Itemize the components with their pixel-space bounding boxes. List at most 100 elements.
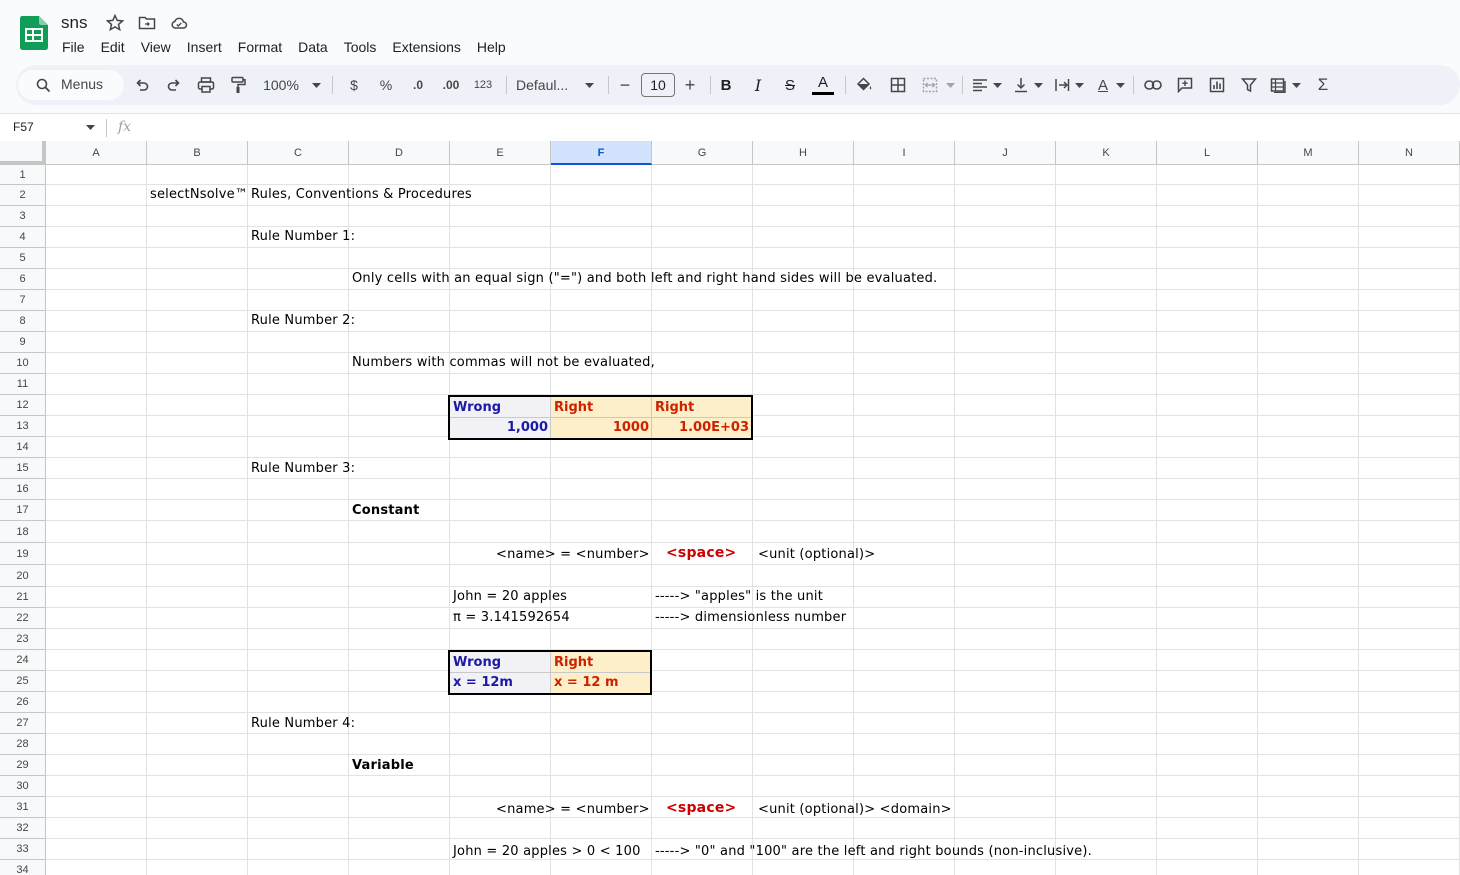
font-family-dropdown-icon[interactable] xyxy=(585,83,594,88)
menu-data[interactable]: Data xyxy=(290,37,336,57)
currency-format-button[interactable]: $ xyxy=(344,74,364,96)
font-size-input[interactable]: 10 xyxy=(641,73,675,97)
menu-format[interactable]: Format xyxy=(230,37,290,57)
column-header-i[interactable]: I xyxy=(854,141,955,165)
row-header-11[interactable]: 11 xyxy=(0,374,46,395)
cell-g31[interactable]: <unit (optional)> <domain> xyxy=(758,802,952,817)
row-header-21[interactable]: 21 xyxy=(0,587,46,608)
fill-color-button[interactable] xyxy=(854,74,874,96)
cell-area[interactable]: selectNsolve™ Rules, Conventions & Proce… xyxy=(46,165,1460,875)
filter-views-button[interactable] xyxy=(1269,74,1289,96)
table2-header-right[interactable]: Right xyxy=(551,652,651,673)
cell-c8[interactable]: Rule Number 2: xyxy=(251,313,355,328)
functions-button[interactable]: Σ xyxy=(1313,74,1333,96)
menu-edit[interactable]: Edit xyxy=(93,37,133,57)
cell-e19[interactable]: <name> = <number> xyxy=(496,547,650,562)
menu-tools[interactable]: Tools xyxy=(336,37,385,57)
row-header-5[interactable]: 5 xyxy=(0,248,46,269)
row-header-10[interactable]: 10 xyxy=(0,353,46,374)
decrease-decimal-button[interactable]: .0 xyxy=(406,74,430,96)
bold-button[interactable]: B xyxy=(716,74,736,96)
zoom-select[interactable]: 100% xyxy=(261,74,301,96)
cell-g22[interactable]: -----> dimensionless number xyxy=(655,610,846,625)
cell-g19[interactable]: <unit (optional)> xyxy=(758,547,875,562)
row-header-34[interactable]: 34 xyxy=(0,860,46,875)
cell-f19[interactable]: <space> xyxy=(666,545,736,561)
percent-format-button[interactable]: % xyxy=(376,74,396,96)
insert-comment-button[interactable] xyxy=(1175,74,1195,96)
insert-chart-button[interactable] xyxy=(1207,74,1227,96)
star-icon[interactable] xyxy=(106,14,124,32)
cell-g21[interactable]: -----> "apples" is the unit xyxy=(655,589,823,604)
document-title[interactable]: sns xyxy=(61,13,87,33)
row-header-3[interactable]: 3 xyxy=(0,206,46,227)
row-header-8[interactable]: 8 xyxy=(0,311,46,332)
menus-search-button[interactable]: Menus xyxy=(18,70,124,100)
row-header-4[interactable]: 4 xyxy=(0,227,46,248)
cell-f31[interactable]: <space> xyxy=(666,800,736,816)
borders-button[interactable] xyxy=(888,74,908,96)
row-header-28[interactable]: 28 xyxy=(0,734,46,755)
italic-button[interactable]: I xyxy=(748,74,768,96)
rotation-dropdown-icon[interactable] xyxy=(1116,83,1125,88)
column-header-a[interactable]: A xyxy=(46,141,147,165)
redo-button[interactable] xyxy=(164,74,184,96)
cell-d17[interactable]: Constant xyxy=(352,503,420,518)
table1-value-right-1[interactable]: 1000 xyxy=(551,418,652,438)
increase-font-size-button[interactable]: + xyxy=(681,74,699,96)
row-header-13[interactable]: 13 xyxy=(0,416,46,437)
column-header-m[interactable]: M xyxy=(1258,141,1359,165)
paint-format-button[interactable] xyxy=(228,74,248,96)
filter-button[interactable] xyxy=(1239,74,1259,96)
row-header-6[interactable]: 6 xyxy=(0,269,46,290)
zoom-dropdown-icon[interactable] xyxy=(312,83,321,88)
menu-help[interactable]: Help xyxy=(469,37,514,57)
number-format-button[interactable]: 123 xyxy=(471,74,495,96)
table1-header-wrong[interactable]: Wrong xyxy=(450,397,551,418)
cell-g33[interactable]: -----> "0" and "100" are the left and ri… xyxy=(655,844,1092,859)
filter-views-dropdown-icon[interactable] xyxy=(1292,83,1301,88)
name-box[interactable]: F57 xyxy=(13,120,34,134)
text-wrapping-button[interactable] xyxy=(1052,74,1072,96)
column-header-k[interactable]: K xyxy=(1056,141,1157,165)
row-header-2[interactable]: 2 xyxy=(0,185,46,206)
row-header-31[interactable]: 31 xyxy=(0,797,46,818)
menu-view[interactable]: View xyxy=(133,37,179,57)
row-header-24[interactable]: 24 xyxy=(0,650,46,671)
cell-e21[interactable]: John = 20 apples xyxy=(453,589,567,604)
column-header-c[interactable]: C xyxy=(248,141,349,165)
row-header-18[interactable]: 18 xyxy=(0,521,46,543)
column-header-b[interactable]: B xyxy=(147,141,248,165)
column-header-h[interactable]: H xyxy=(753,141,854,165)
column-header-e[interactable]: E xyxy=(450,141,551,165)
merge-cells-button[interactable] xyxy=(920,74,940,96)
cloud-saved-icon[interactable] xyxy=(170,14,188,32)
row-header-7[interactable]: 7 xyxy=(0,290,46,311)
row-header-16[interactable]: 16 xyxy=(0,479,46,500)
row-header-12[interactable]: 12 xyxy=(0,395,46,416)
sheets-logo-icon[interactable] xyxy=(20,16,48,50)
column-header-f[interactable]: F xyxy=(551,141,652,165)
cell-b2[interactable]: selectNsolve™ xyxy=(150,187,248,202)
text-color-button[interactable]: A xyxy=(811,74,835,96)
increase-decimal-button[interactable]: .00 xyxy=(438,74,464,96)
row-header-32[interactable]: 32 xyxy=(0,818,46,839)
row-header-26[interactable]: 26 xyxy=(0,692,46,713)
cell-c27[interactable]: Rule Number 4: xyxy=(251,716,355,731)
vertical-align-button[interactable] xyxy=(1011,74,1031,96)
strikethrough-button[interactable]: S xyxy=(780,74,800,96)
insert-link-button[interactable] xyxy=(1143,74,1163,96)
row-header-33[interactable]: 33 xyxy=(0,839,46,860)
table1-header-right-1[interactable]: Right xyxy=(551,397,652,418)
table2-value-right[interactable]: x = 12 m xyxy=(551,673,651,693)
wrap-dropdown-icon[interactable] xyxy=(1075,83,1084,88)
print-button[interactable] xyxy=(196,74,216,96)
row-header-14[interactable]: 14 xyxy=(0,437,46,458)
row-header-9[interactable]: 9 xyxy=(0,332,46,353)
row-header-20[interactable]: 20 xyxy=(0,565,46,587)
column-header-l[interactable]: L xyxy=(1157,141,1258,165)
menu-file[interactable]: File xyxy=(54,37,93,57)
row-header-27[interactable]: 27 xyxy=(0,713,46,734)
name-box-dropdown-icon[interactable] xyxy=(86,125,95,130)
select-all-corner[interactable] xyxy=(0,141,46,165)
